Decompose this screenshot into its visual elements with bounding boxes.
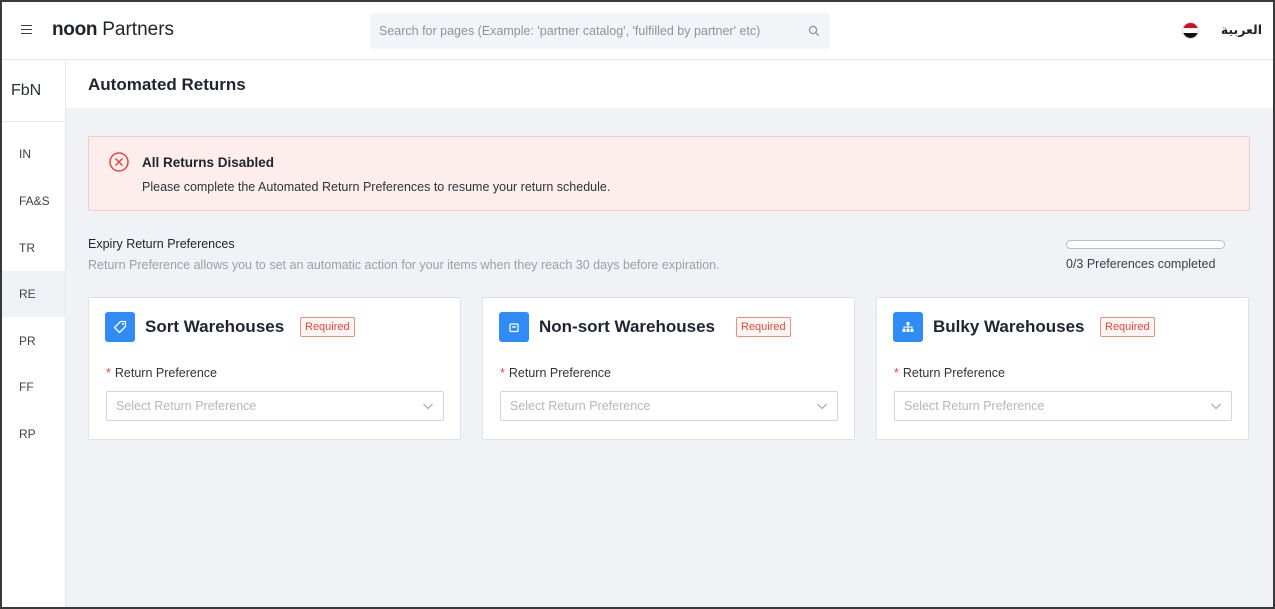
sidebar-item-fas[interactable]: FA&S [2, 178, 65, 224]
egypt-flag-icon[interactable] [1182, 22, 1199, 39]
returns-disabled-alert: All Returns Disabled Please complete the… [88, 136, 1250, 211]
chevron-down-icon [817, 403, 827, 410]
sidebar-item-rp[interactable]: RP [2, 411, 65, 457]
alert-message: Please complete the Automated Return Pre… [142, 180, 611, 194]
field-label-text: Return Preference [902, 366, 1006, 380]
field-label: * Return Preference [894, 366, 1006, 380]
chevron-down-icon [423, 403, 433, 410]
non-sort-warehouses-card: Non-sort Warehouses Required * Return Pre… [482, 297, 855, 440]
logo-partners-text: Partners [102, 19, 175, 40]
main-content: Automated Returns All Returns Disabled P… [66, 61, 1273, 607]
page-header: Automated Returns [66, 61, 1273, 108]
field-label-text: Return Preference [508, 366, 612, 380]
app-window: noonPartners العربية FbN IN FA&S TR RE P… [0, 0, 1275, 609]
sort-warehouses-card: Sort Warehouses Required * Return Prefere… [88, 297, 461, 440]
tag-icon [105, 312, 135, 342]
error-circle-icon [109, 152, 129, 172]
select-placeholder: Select Return Preference [510, 399, 651, 413]
hierarchy-icon [893, 312, 923, 342]
language-switch[interactable]: العربية [1212, 22, 1262, 37]
noon-partners-logo[interactable]: noon Partners [52, 19, 174, 41]
preferences-progress-bar [1066, 240, 1225, 249]
card-title: Sort Warehouses [145, 317, 285, 336]
return-preference-select[interactable]: Select Return Preference [500, 391, 838, 421]
required-badge: Required [300, 317, 355, 337]
return-preference-select[interactable]: Select Return Preference [894, 391, 1232, 421]
sidebar-item-ff[interactable]: FF [2, 364, 65, 410]
alert-title: All Returns Disabled [142, 155, 275, 170]
bulky-warehouses-card: Bulky Warehouses Required * Return Prefer… [876, 297, 1249, 440]
chevron-down-icon [1211, 403, 1221, 410]
progress-label: 0/3 Preferences completed [1066, 257, 1216, 271]
sidebar-item-re[interactable]: RE [2, 271, 65, 317]
field-label: * Return Preference [500, 366, 612, 380]
section-title: Expiry Return Preferences [88, 237, 235, 251]
required-badge: Required [736, 317, 791, 337]
sidebar-item-in[interactable]: IN [2, 131, 65, 177]
hamburger-icon[interactable] [21, 22, 34, 36]
sidebar-item-tr[interactable]: TR [2, 225, 65, 271]
box-icon [499, 312, 529, 342]
select-placeholder: Select Return Preference [116, 399, 257, 413]
top-bar: noonPartners العربية [2, 2, 1273, 60]
search-input[interactable] [370, 13, 795, 49]
required-badge: Required [1100, 317, 1155, 337]
search-box [370, 13, 830, 49]
sidebar-brand: FbN [2, 61, 65, 122]
section-description: Return Preference allows you to set an a… [88, 258, 720, 272]
field-label: * Return Preference [106, 366, 218, 380]
sidebar-item-pr[interactable]: PR [2, 318, 65, 364]
search-icon[interactable] [808, 25, 820, 37]
field-label-text: Return Preference [114, 366, 218, 380]
card-title: Non-sort Warehouses [539, 317, 716, 336]
page-title: Automated Returns [88, 75, 246, 94]
return-preference-select[interactable]: Select Return Preference [106, 391, 444, 421]
select-placeholder: Select Return Preference [904, 399, 1045, 413]
logo-noon-text: noon [52, 19, 98, 40]
card-title: Bulky Warehouses [933, 317, 1085, 336]
sidebar: FbN IN FA&S TR RE PR FF RP [2, 61, 66, 607]
